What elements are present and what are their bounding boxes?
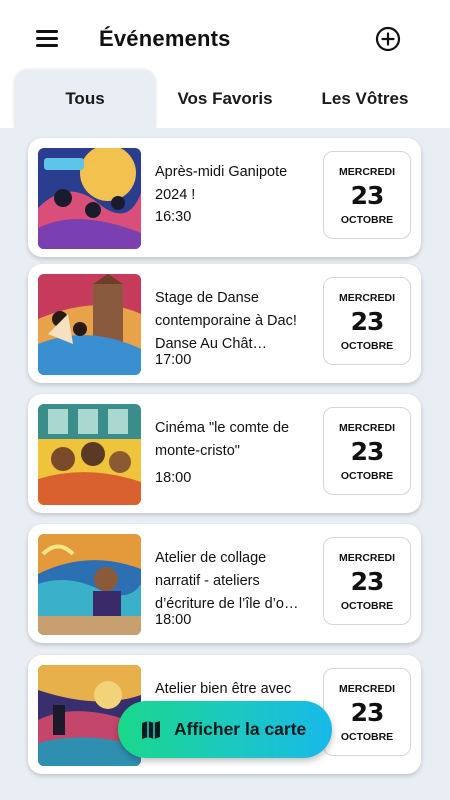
event-weekday: MERCREDI [338,422,395,434]
event-title: Stage de Danse contemporaine à Dac! Dans… [155,290,297,352]
event-time: 18:00 [155,612,192,628]
event-time: 17:00 [155,352,192,368]
app-bar: Événements [0,0,450,70]
event-month: OCTOBRE [340,470,394,482]
tab-bar: Tous Vos Favoris Les Vôtres [0,70,450,128]
event-date-badge: MERCREDI 23 OCTOBRE [323,668,411,756]
event-weekday: MERCREDI [338,292,395,304]
event-weekday: MERCREDI [338,683,395,695]
event-list[interactable]: Après-midi Ganipote 2024 ! 16:30 MERCRED… [0,128,450,800]
event-month: OCTOBRE [340,214,394,226]
show-map-label: Afficher la carte [174,719,307,739]
menu-icon[interactable] [30,26,64,52]
tab-les-votres[interactable]: Les Vôtres [300,70,430,128]
map-icon [142,721,160,739]
show-map-button[interactable]: Afficher la carte [118,701,332,758]
event-date-badge: MERCREDI 23 OCTOBRE [323,407,411,495]
event-card[interactable]: Après-midi Ganipote 2024 ! 16:30 MERCRED… [28,138,421,257]
event-weekday: MERCREDI [338,552,395,564]
event-day: 23 [350,567,385,596]
event-card[interactable]: Cinéma "le comte de monte-cristo" 18:00 … [28,394,421,513]
event-date-badge: MERCREDI 23 OCTOBRE [323,277,411,365]
event-day: 23 [350,698,385,727]
event-day: 23 [350,181,385,210]
event-month: OCTOBRE [340,600,394,612]
event-weekday: MERCREDI [338,166,395,178]
event-thumbnail [38,534,141,635]
event-date-badge: MERCREDI 23 OCTOBRE [323,151,411,239]
tab-tous[interactable]: Tous [14,70,156,128]
event-title: Atelier de collage narratif - ateliers d… [155,550,299,612]
event-title: Après-midi Ganipote 2024 ! [155,164,288,203]
event-time: 16:30 [155,209,192,225]
event-card[interactable]: Stage de Danse contemporaine à Dac! Dans… [28,264,421,383]
event-month: OCTOBRE [340,731,394,743]
tab-vos-favoris[interactable]: Vos Favoris [160,70,290,128]
event-card[interactable]: Atelier de collage narratif - ateliers d… [28,524,421,643]
event-time: 18:00 [155,470,192,486]
add-circle-icon[interactable] [375,26,401,52]
event-title: Cinéma "le comte de monte-cristo" [155,420,290,459]
event-thumbnail [38,148,141,249]
event-month: OCTOBRE [340,340,394,352]
event-thumbnail [38,274,141,375]
page-title: Événements [99,26,231,51]
event-date-badge: MERCREDI 23 OCTOBRE [323,537,411,625]
event-title: Atelier bien être avec [155,681,292,697]
event-day: 23 [350,307,385,336]
event-thumbnail [38,404,141,505]
event-day: 23 [350,437,385,466]
